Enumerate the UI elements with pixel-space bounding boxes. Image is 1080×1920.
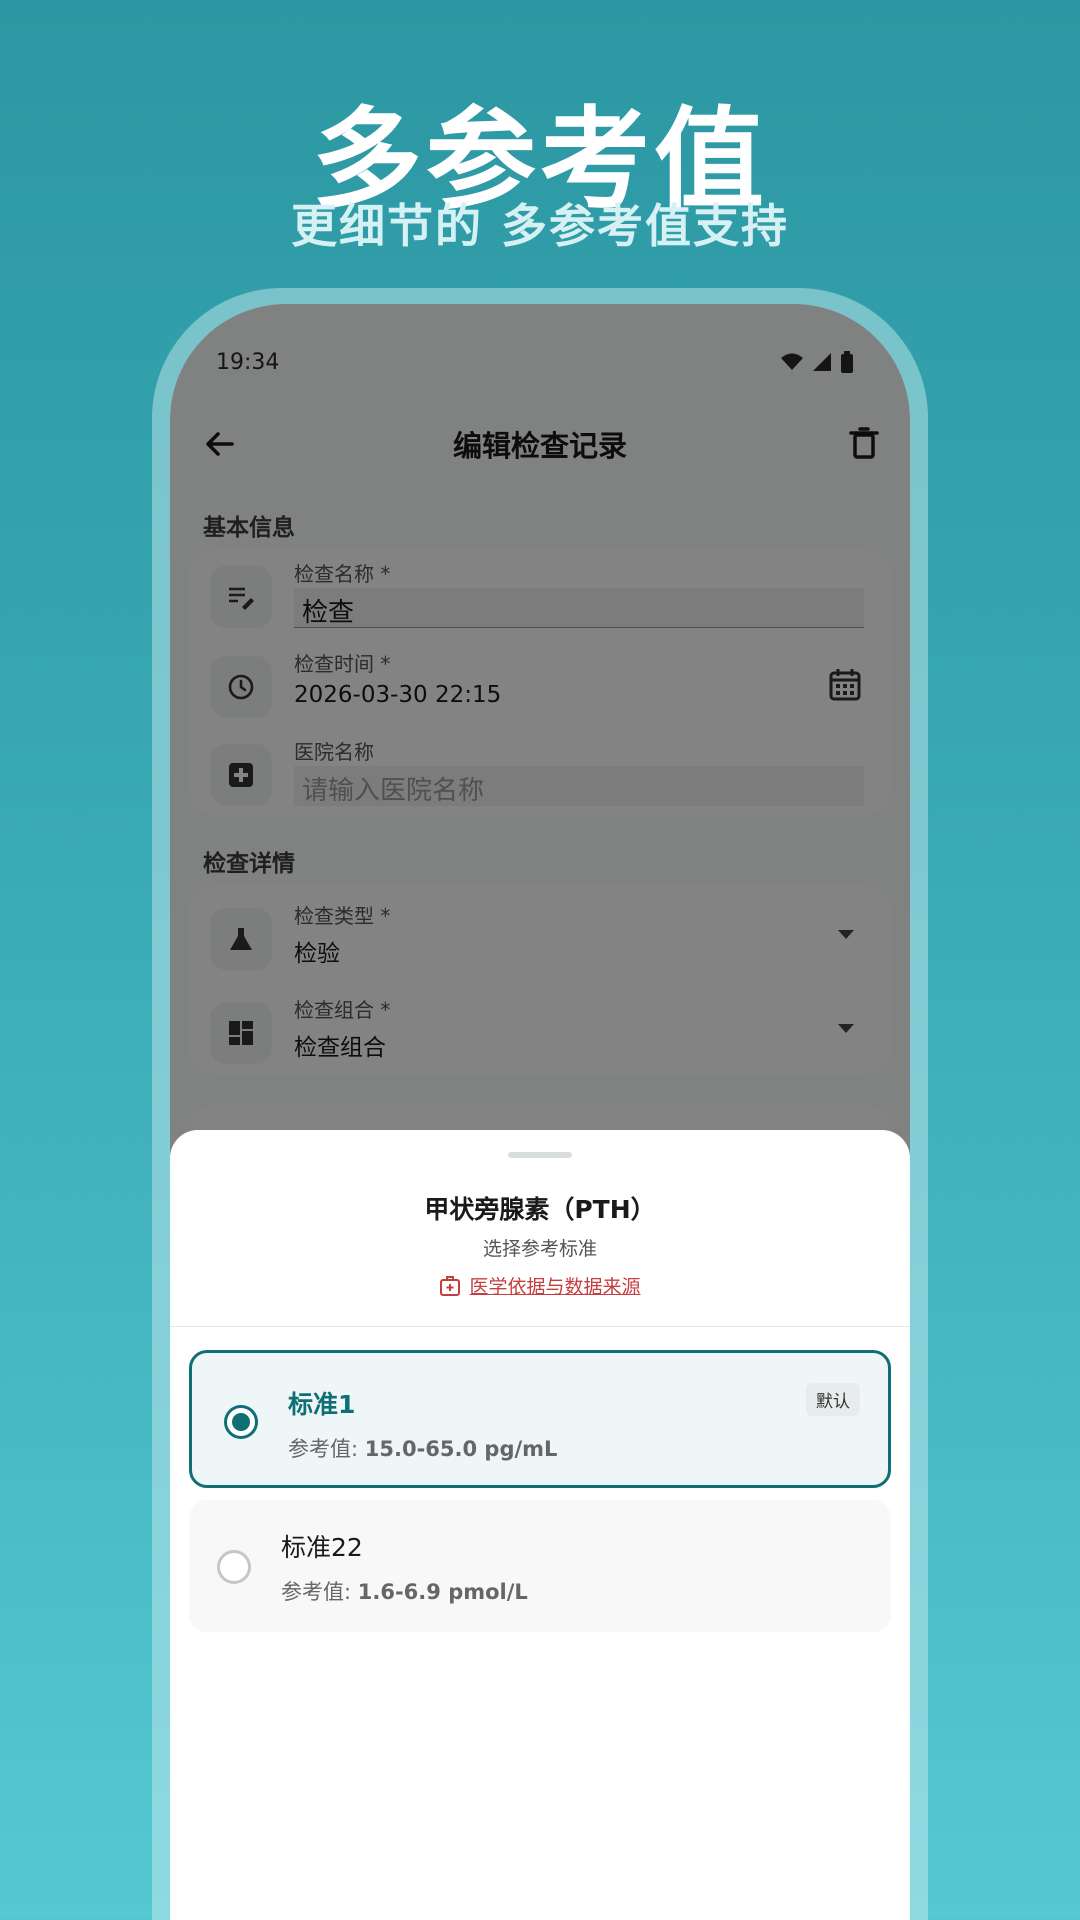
reference-prefix: 参考值:	[281, 1580, 358, 1604]
reference-option-standard-1[interactable]: 标准1 参考值: 15.0-65.0 pg/mL 默认	[189, 1350, 891, 1488]
radio-selected[interactable]	[224, 1405, 258, 1439]
radio-unselected[interactable]	[217, 1550, 251, 1584]
sheet-drag-handle[interactable]	[508, 1152, 572, 1158]
reference-range: 15.0-65.0 pg/mL	[364, 1437, 558, 1461]
medical-source-link[interactable]: 医学依据与数据来源	[170, 1272, 910, 1299]
phone-screen: 19:34 编辑检查记录 基本信息 检查名称 * 检查 检查时间 * 2026-…	[170, 304, 910, 1920]
option-reference: 参考值: 1.6-6.9 pmol/L	[281, 1576, 528, 1606]
reference-option-standard-22[interactable]: 标准22 参考值: 1.6-6.9 pmol/L	[189, 1500, 891, 1632]
sheet-title: 甲状旁腺素（PTH）	[424, 1195, 656, 1224]
sheet-divider	[170, 1326, 910, 1327]
default-badge: 默认	[806, 1383, 860, 1416]
reference-bottom-sheet: 甲状旁腺素（PTH） 选择参考标准 医学依据与数据来源 标准1 参考值: 15.…	[170, 1130, 910, 1920]
reference-range: 1.6-6.9 pmol/L	[357, 1580, 528, 1604]
option-name: 标准1	[288, 1390, 356, 1419]
sheet-subtitle: 选择参考标准	[482, 1238, 597, 1260]
option-reference: 参考值: 15.0-65.0 pg/mL	[288, 1433, 557, 1463]
medical-bag-icon	[440, 1275, 461, 1296]
hero-subtitle: 更细节的 多参考值支持	[290, 199, 789, 253]
medical-source-link-text[interactable]: 医学依据与数据来源	[469, 1272, 640, 1299]
option-name: 标准22	[281, 1533, 363, 1562]
reference-prefix: 参考值:	[288, 1437, 365, 1461]
